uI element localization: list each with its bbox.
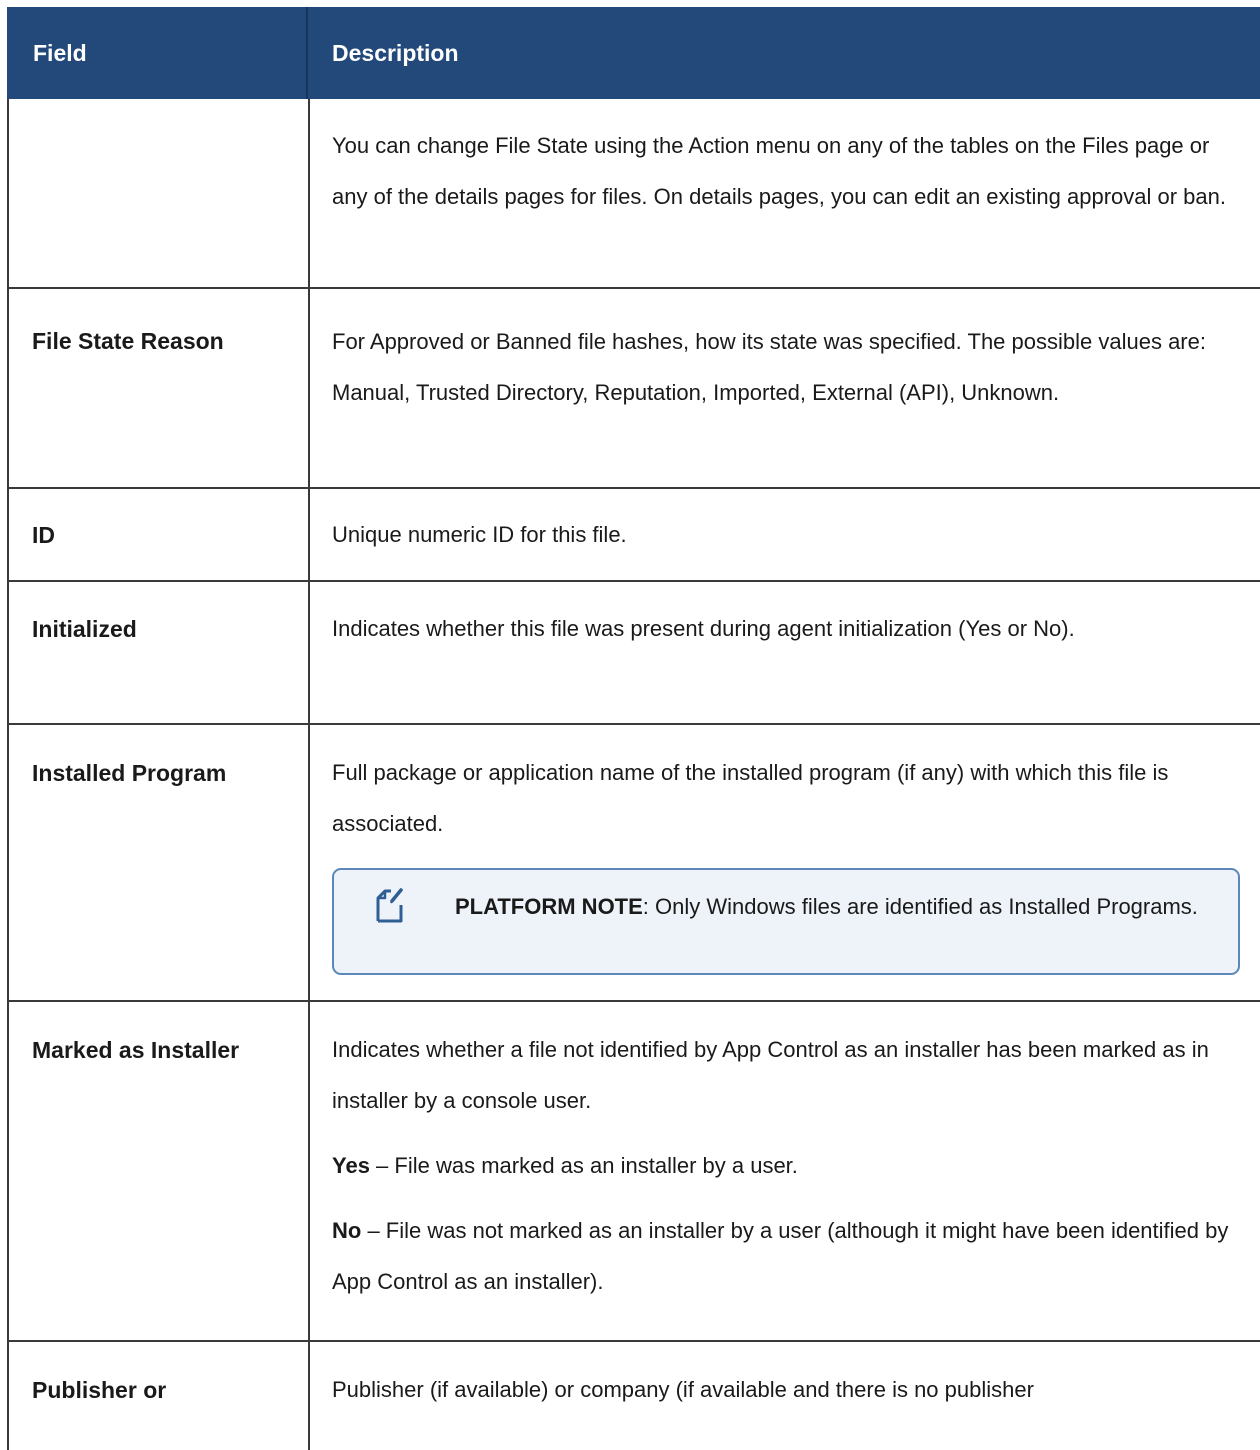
row-divider [9,580,1260,582]
yes-label: Yes [332,1153,370,1178]
yes-text: – File was marked as an installer by a u… [369,1153,798,1178]
table-row-id: Unique numeric ID for this file. [332,509,1232,560]
field-name: File State Reason [32,328,224,354]
description-text: Unique numeric ID for this file. [332,522,627,547]
note-body: : Only Windows files are identified as I… [642,894,1198,919]
row-divider [9,487,1260,489]
description-text: Indicates whether this file was present … [332,616,1075,641]
table-row-file-state-reason: For Approved or Banned file hashes, how … [332,316,1232,418]
table-row-file-state-continued: You can change File State using the Acti… [332,120,1232,222]
table-row-marked-as-installer: Indicates whether a file not identified … [332,1024,1232,1307]
description-text: Full package or application name of the … [332,760,1169,836]
field-name: Initialized [32,616,137,642]
row-divider [9,1000,1260,1002]
table-header: Field Description [7,7,1260,99]
row-divider [9,723,1260,725]
description-text: You can change File State using the Acti… [332,133,1226,209]
header-description: Description [332,40,459,66]
header-field: Field [33,40,87,66]
description-text: Indicates whether a file not identified … [332,1037,1209,1113]
platform-note: PLATFORM NOTE: Only Windows files are id… [332,868,1240,975]
no-label: No [332,1218,362,1243]
table-row-initialized: Indicates whether this file was present … [332,603,1232,654]
no-line: No – File was not marked as an installer… [332,1205,1232,1307]
column-divider [308,99,310,1450]
row-divider [9,287,1260,289]
table-row-installed-program: Full package or application name of the … [332,747,1232,849]
note-label: PLATFORM NOTE [455,894,643,919]
field-name: Marked as Installer [32,1037,240,1063]
table-row-publisher: Publisher (if available) or company (if … [332,1364,1232,1415]
field-name: Publisher or [32,1377,167,1403]
header-divider [306,7,308,99]
description-text: For Approved or Banned file hashes, how … [332,329,1206,405]
note-text: PLATFORM NOTE: Only Windows files are id… [455,891,1215,923]
field-name: ID [32,522,55,548]
note-pencil-icon [374,886,406,924]
field-name: Installed Program [32,760,227,786]
row-divider [9,1340,1260,1342]
fields-table: Field Description You can change File St… [7,7,1260,1450]
yes-line: Yes – File was marked as an installer by… [332,1140,1232,1191]
description-text: Publisher (if available) or company (if … [332,1377,1034,1402]
no-text: – File was not marked as an installer by… [332,1218,1229,1294]
